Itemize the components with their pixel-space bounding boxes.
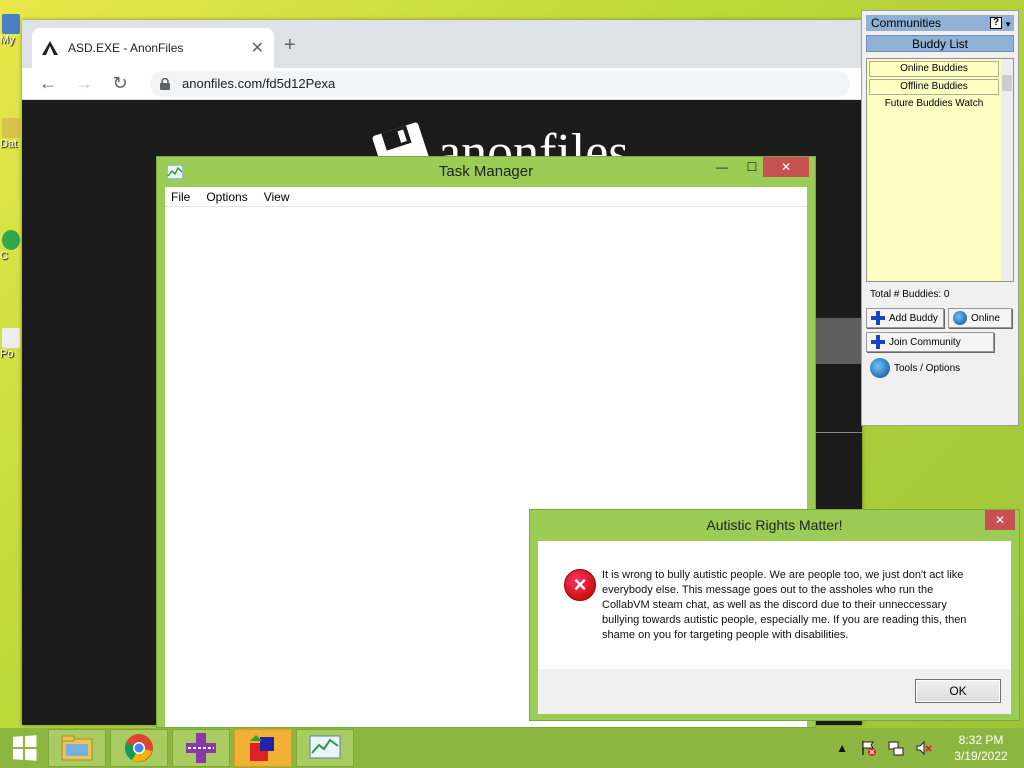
task-manager-menubar: File Options View <box>165 187 807 207</box>
taskbar: ▲ 8:32 PM 3/19/2022 <box>0 728 1024 768</box>
dialog-titlebar[interactable]: Autistic Rights Matter! ✕ <box>530 510 1019 538</box>
group-future-buddies-watch[interactable]: Future Buddies Watch <box>869 97 999 113</box>
clock-time: 8:32 PM <box>958 733 1004 747</box>
join-community-button[interactable]: Join Community <box>866 332 994 352</box>
tab-title: ASD.EXE - AnonFiles <box>68 41 184 55</box>
plus-icon <box>871 335 885 349</box>
help-button[interactable]: ? <box>990 17 1002 29</box>
chevron-down-icon[interactable]: ▼ <box>1004 17 1012 33</box>
globe-icon <box>953 311 967 325</box>
scrollbar[interactable] <box>1001 59 1013 281</box>
windows-logo-icon <box>12 735 37 761</box>
reload-button[interactable]: ↻ <box>106 73 134 94</box>
document-icon <box>2 328 20 348</box>
taskbar-network-app[interactable] <box>172 729 230 767</box>
desktop-icon-label: C <box>0 250 8 262</box>
chrome-icon <box>125 734 153 762</box>
computer-icon <box>2 14 20 34</box>
add-buddy-button[interactable]: Add Buddy <box>866 308 944 328</box>
taskbar-explorer[interactable] <box>48 729 106 767</box>
add-buddy-label: Add Buddy <box>889 312 938 324</box>
group-offline-buddies[interactable]: Offline Buddies <box>869 79 999 95</box>
join-community-label: Join Community <box>889 336 961 348</box>
menu-options[interactable]: Options <box>206 190 247 204</box>
taskbar-chrome[interactable] <box>110 729 168 767</box>
system-tray: ▲ 8:32 PM 3/19/2022 <box>830 728 1024 768</box>
scrollbar-thumb[interactable] <box>1002 75 1012 91</box>
group-online-buddies[interactable]: Online Buddies <box>869 61 999 77</box>
clock-date: 3/19/2022 <box>954 749 1008 763</box>
task-manager-titlebar[interactable]: Task Manager — ☐ ✕ <box>157 157 815 187</box>
error-icon: × <box>564 569 596 601</box>
menu-file[interactable]: File <box>171 190 190 204</box>
new-tab-button[interactable]: + <box>284 34 296 57</box>
task-manager-icon <box>167 165 183 179</box>
buddy-list-window: Communities ? ▼ Buddy List Online Buddie… <box>861 10 1019 426</box>
dialog-close-button[interactable]: ✕ <box>985 510 1015 530</box>
start-button[interactable] <box>0 728 48 768</box>
desktop-icon-label: My <box>0 34 15 46</box>
network-icon[interactable] <box>888 740 904 756</box>
desktop-icon-data[interactable]: Dat <box>0 118 22 150</box>
clock[interactable]: 8:32 PM 3/19/2022 <box>946 732 1016 764</box>
dialog-message-area: × It is wrong to bully autistic people. … <box>538 541 1011 669</box>
dialog-title: Autistic Rights Matter! <box>706 517 843 533</box>
online-status-button[interactable]: Online <box>948 308 1012 328</box>
network-app-icon <box>186 733 216 763</box>
address-bar[interactable]: anonfiles.com/fd5d12Pexa <box>150 70 850 97</box>
taskbar-task-manager[interactable] <box>296 729 354 767</box>
desktop-icon-chrome[interactable]: C <box>0 230 22 262</box>
total-buddies: Total # Buddies: 0 <box>870 289 950 300</box>
lock-icon <box>160 77 170 90</box>
taskbar-buddy-app[interactable] <box>234 729 292 767</box>
globe-icon <box>870 358 890 378</box>
browser-navbar: ← → ↻ anonfiles.com/fd5d12Pexa <box>22 68 862 100</box>
divider <box>816 432 862 433</box>
url-text: anonfiles.com/fd5d12Pexa <box>182 76 336 91</box>
volume-muted-icon[interactable] <box>916 740 932 756</box>
buddy-groups-list: Online Buddies Offline Buddies Future Bu… <box>866 58 1014 282</box>
anonfiles-favicon-icon <box>42 41 58 55</box>
tools-options-label: Tools / Options <box>894 362 961 374</box>
action-center-flag-icon[interactable] <box>860 740 876 756</box>
chevron-up-icon[interactable]: ▲ <box>836 741 848 755</box>
communities-header[interactable]: Communities ? ▼ <box>866 15 1014 31</box>
menu-view[interactable]: View <box>264 190 290 204</box>
tools-options-button[interactable]: Tools / Options <box>866 358 974 378</box>
desktop-icon-my-computer[interactable]: My <box>0 14 22 46</box>
communities-label: Communities <box>871 16 942 30</box>
online-label: Online <box>971 312 1000 324</box>
minimize-button[interactable]: — <box>707 157 737 177</box>
tab-close-icon[interactable]: ✕ <box>251 38 264 58</box>
chrome-icon <box>2 230 20 250</box>
browser-tab[interactable]: ASD.EXE - AnonFiles ✕ <box>32 28 274 68</box>
close-button[interactable]: ✕ <box>763 157 809 177</box>
forward-button[interactable]: → <box>70 73 98 94</box>
desktop-icon-po[interactable]: Po <box>0 328 22 360</box>
dialog-message: It is wrong to bully autistic people. We… <box>602 569 967 641</box>
ok-button[interactable]: OK <box>915 679 1001 703</box>
buddy-app-icon <box>250 735 274 761</box>
buddy-list-tab[interactable]: Buddy List <box>866 35 1014 52</box>
plus-icon <box>871 311 885 325</box>
dialog-button-bar: OK <box>538 669 1011 714</box>
folder-icon <box>2 118 20 138</box>
browser-tabstrip: ASD.EXE - AnonFiles ✕ + <box>22 20 862 68</box>
desktop-icon-label: Dat <box>0 138 18 150</box>
error-dialog: Autistic Rights Matter! ✕ × It is wrong … <box>529 509 1020 721</box>
page-panel <box>816 318 862 364</box>
task-manager-icon <box>309 735 341 759</box>
back-button[interactable]: ← <box>34 73 62 94</box>
folder-icon <box>61 735 93 761</box>
desktop-icon-label: Po <box>0 348 14 360</box>
window-title: Task Manager <box>438 163 534 180</box>
